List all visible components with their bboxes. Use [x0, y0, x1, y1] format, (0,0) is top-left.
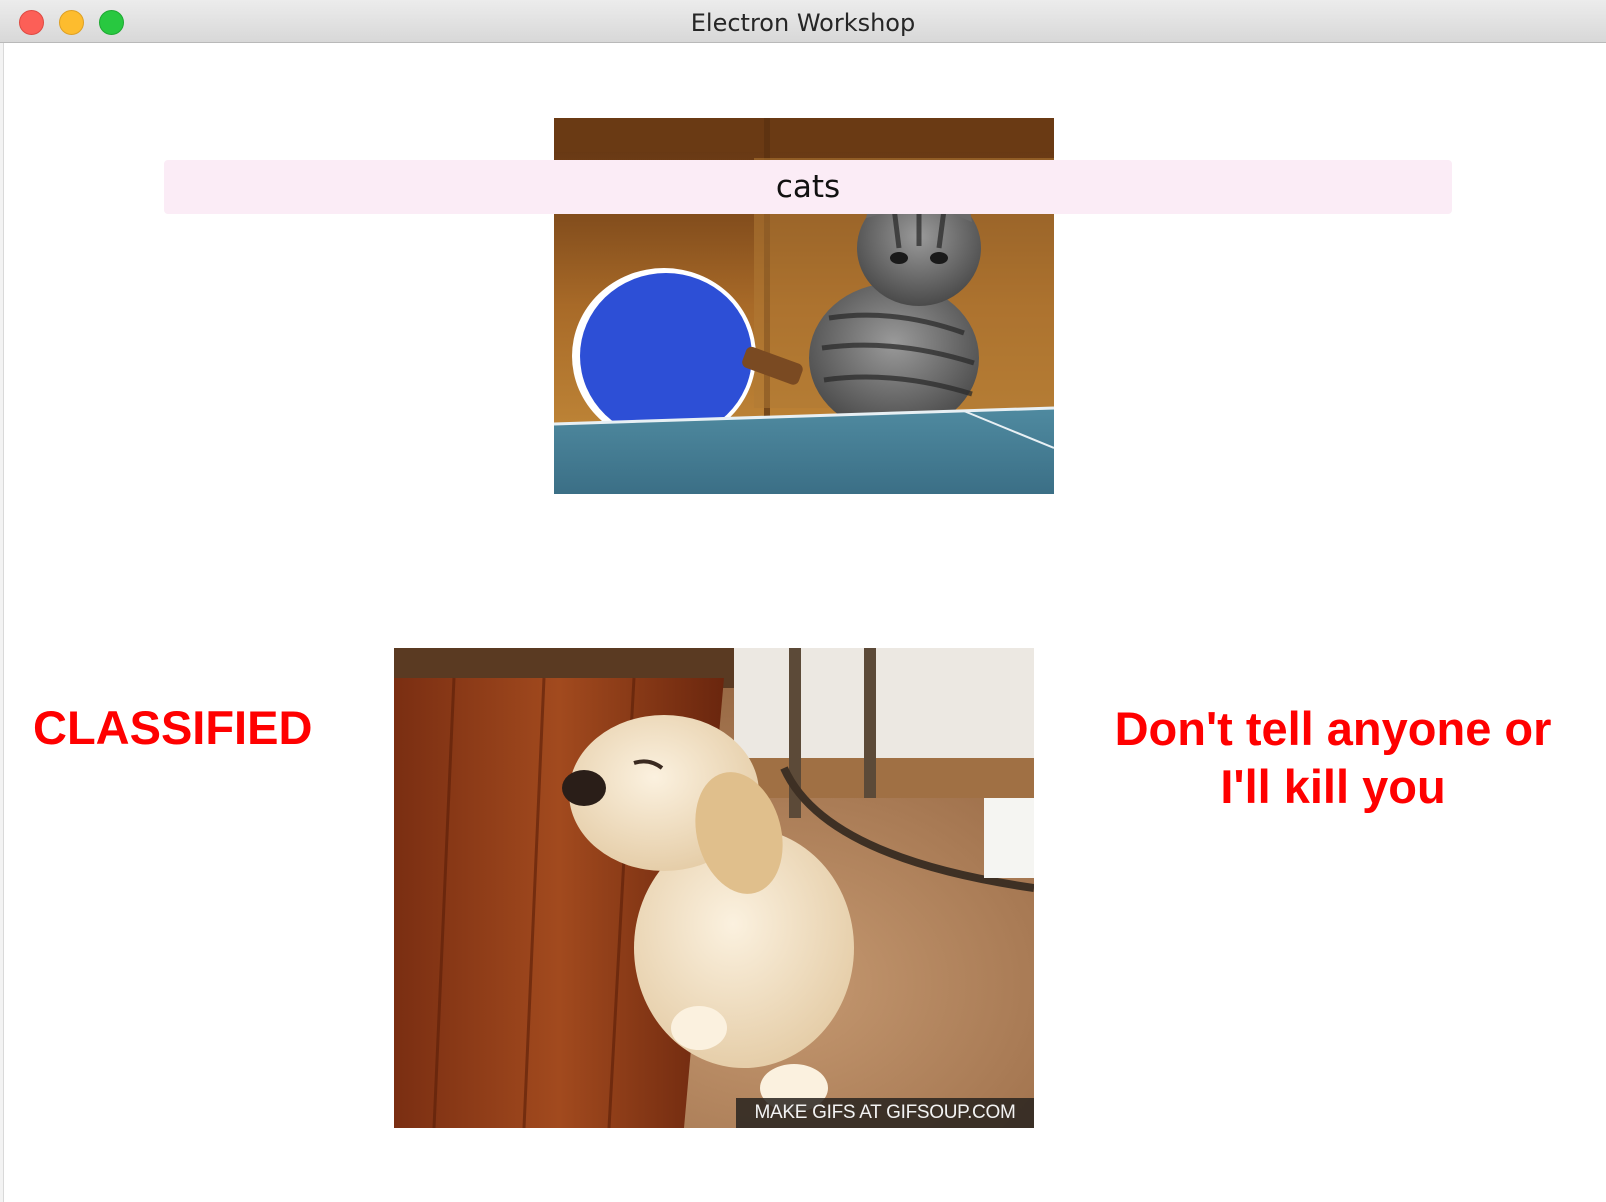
window-title: Electron Workshop [690, 9, 916, 37]
app-window: Electron Workshop cats CLASSIFIED MAKE G… [0, 0, 1606, 1202]
warning-label: Don't tell anyone or I'll kill you [1114, 702, 1552, 813]
gif-watermark: MAKE GIFS AT GIFSOUP.COM [736, 1098, 1034, 1128]
search-input[interactable] [164, 160, 1452, 214]
puppy-gif-image: MAKE GIFS AT GIFSOUP.COM [394, 648, 1034, 1128]
classified-label: CLASSIFIED [33, 701, 313, 754]
title-bar[interactable]: Electron Workshop [0, 0, 1606, 43]
